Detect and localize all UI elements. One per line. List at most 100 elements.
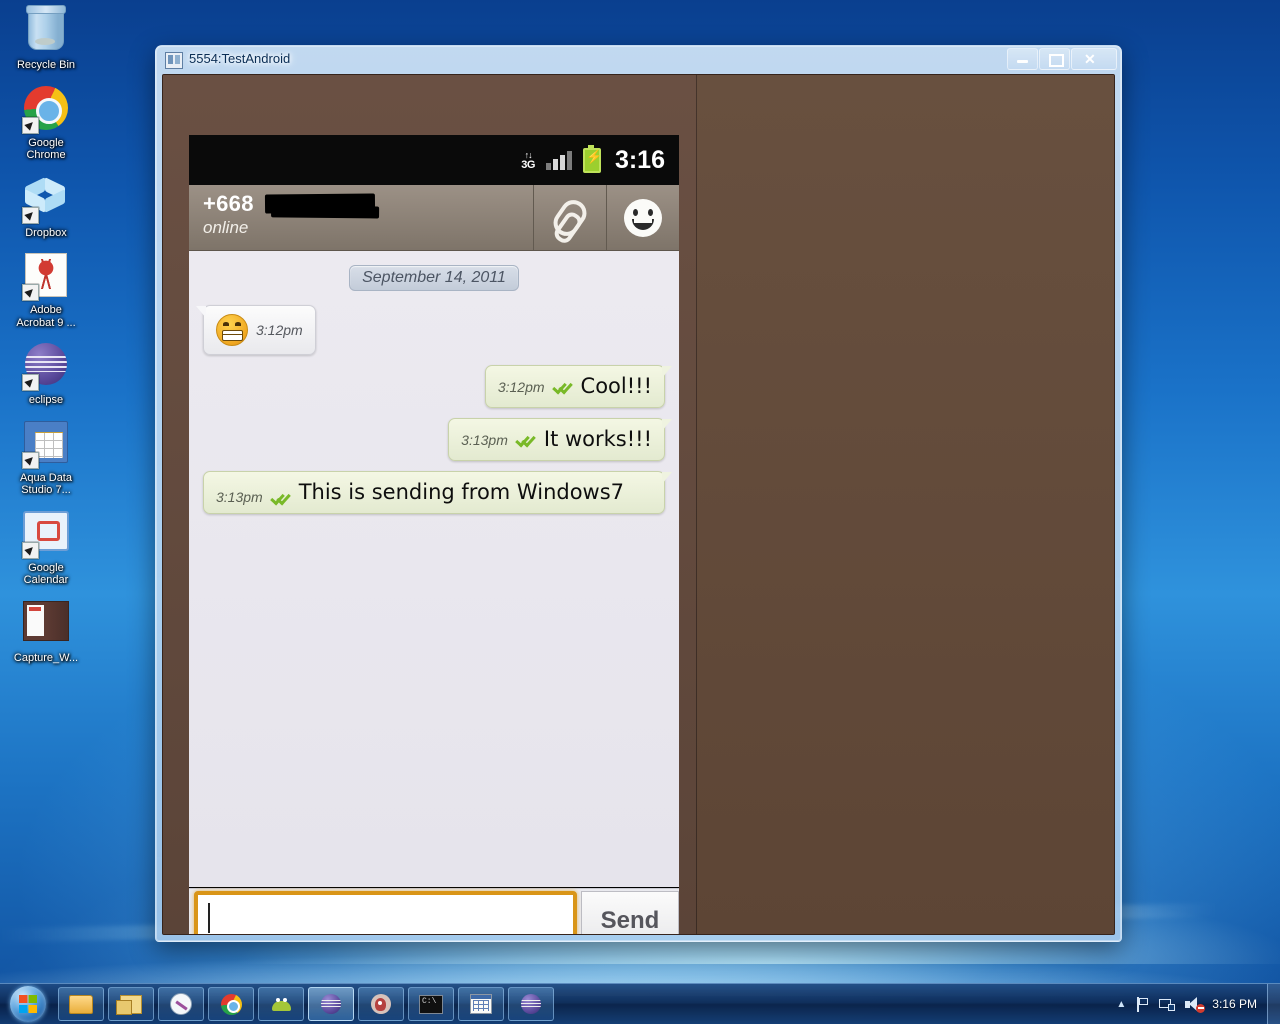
emulator-controls-panel: ✆ ✆ MENU	[697, 75, 1114, 934]
dropbox-icon	[22, 176, 70, 224]
window-controls: ✕	[1007, 48, 1117, 70]
attach-button[interactable]	[533, 185, 606, 250]
window-titlebar[interactable]: 5554:TestAndroid ✕	[156, 46, 1121, 74]
desktop-icon-google-calendar[interactable]: Google Calendar	[0, 510, 92, 587]
folder-icon	[69, 994, 93, 1014]
contact-presence: online	[203, 218, 249, 237]
taskbar-item-bird-app[interactable]	[358, 987, 404, 1021]
message-bubble-outgoing[interactable]: 3:12pm Cool!!!	[484, 365, 673, 408]
desktop-icon-dropbox[interactable]: Dropbox	[0, 176, 92, 240]
desktop-icon-aqua-data-studio[interactable]: Aqua Data Studio 7...	[0, 420, 92, 497]
desktop-icon-google-chrome[interactable]: Google Chrome	[0, 85, 92, 162]
message-text: This is sending from Windows7	[298, 480, 625, 504]
taskbar-item-android-tool[interactable]	[258, 987, 304, 1021]
android-status-bar: ↑↓3G 3:16	[189, 135, 679, 185]
status-bar-clock: 3:16	[614, 145, 665, 174]
shortcut-arrow-icon	[22, 284, 39, 301]
shortcut-arrow-icon	[22, 374, 39, 391]
emoji-button[interactable]	[606, 185, 679, 250]
recycle-bin-icon	[22, 5, 70, 56]
shortcut-arrow-icon	[22, 541, 39, 559]
cmd-icon	[419, 994, 443, 1014]
phone-screen[interactable]: ↑↓3G 3:16 +668 online	[189, 135, 679, 934]
emulator-screen-panel: ↑↓3G 3:16 +668 online	[163, 75, 697, 934]
taskbar-item-command-prompt[interactable]	[408, 987, 454, 1021]
date-divider: September 14, 2011	[349, 265, 519, 291]
taskbar-item-windows-explorer[interactable]	[58, 987, 104, 1021]
taskbar-item-file-manager[interactable]	[108, 987, 154, 1021]
message-time: 3:12pm	[497, 378, 545, 395]
delivered-ticks-icon	[269, 490, 291, 506]
battery-charging-icon	[582, 144, 602, 173]
smiley-icon	[624, 198, 662, 237]
aqua-data-studio-icon	[22, 420, 70, 469]
message-time: 3:13pm	[216, 489, 263, 505]
show-hidden-icons-icon[interactable]: ▲	[1116, 999, 1126, 1010]
taskbar-clock[interactable]: 3:16 PM	[1212, 997, 1257, 1011]
show-desktop-button[interactable]	[1267, 984, 1280, 1024]
adobe-acrobat-icon	[22, 253, 70, 301]
message-bubble-incoming[interactable]: 3:12pm	[196, 305, 316, 355]
taskbar-item-eclipse-1[interactable]	[308, 987, 354, 1021]
bird-icon	[371, 994, 391, 1014]
taskbar-item-google-chrome[interactable]	[208, 987, 254, 1021]
action-center-flag-icon[interactable]	[1135, 996, 1150, 1012]
data-transfer-icon: ↑↓ 3G	[521, 150, 535, 171]
capture-icon	[22, 600, 70, 649]
shortcut-arrow-icon	[22, 451, 39, 469]
message-bubble-outgoing[interactable]: 3:13pm It works!!!	[448, 418, 672, 461]
android-icon	[270, 997, 293, 1012]
delivered-ticks-icon	[515, 431, 536, 448]
desktop-icon-label: Adobe Acrobat 9 ...	[16, 304, 76, 329]
windows-logo-icon	[10, 986, 46, 1022]
message-text: It works!!!	[543, 427, 652, 451]
message-bubble-outgoing[interactable]: 3:13pm This is sending from Windows7	[203, 471, 672, 514]
window-title: 5554:TestAndroid	[189, 51, 291, 66]
desktop-icon-eclipse[interactable]: eclipse	[0, 343, 92, 407]
taskbar-item-paint-tool[interactable]	[158, 987, 204, 1021]
shortcut-arrow-icon	[22, 116, 39, 134]
redaction-bar	[264, 193, 376, 214]
compose-bar: Send	[189, 888, 679, 934]
conversation-list[interactable]: September 14, 2011 3:12pm 3:12pm Cool!!!…	[189, 251, 679, 887]
maximize-button[interactable]	[1039, 48, 1070, 70]
taskbar-item-spreadsheet[interactable]	[458, 987, 504, 1021]
grinning-face-icon	[216, 314, 248, 346]
shortcut-arrow-icon	[22, 206, 39, 224]
desktop-icon-label: Google Chrome	[26, 136, 66, 162]
desktop-icon-label: Google Calendar	[23, 561, 69, 587]
network-icon[interactable]	[1159, 997, 1176, 1012]
start-button[interactable]	[2, 985, 54, 1023]
chrome-icon	[220, 993, 242, 1015]
volume-muted-icon[interactable]	[1185, 996, 1206, 1013]
desktop-icon-list: Recycle Bin Google Chrome Dropbox Adobe Ac…	[0, 4, 92, 678]
files-icon	[116, 994, 142, 1015]
eclipse-icon	[521, 994, 541, 1014]
chat-contact-info[interactable]: +668 online	[189, 185, 533, 250]
desktop-icon-recycle-bin[interactable]: Recycle Bin	[0, 5, 92, 72]
close-button[interactable]: ✕	[1071, 48, 1117, 70]
android-emulator-window[interactable]: 5554:TestAndroid ✕ ↑↓3G 3:16	[155, 45, 1122, 942]
network-type-label: 3G	[521, 159, 535, 171]
message-input[interactable]	[194, 891, 577, 934]
desktop-icon-label: Recycle Bin	[16, 59, 76, 71]
google-calendar-icon	[22, 510, 70, 559]
signal-bars-icon	[545, 150, 572, 170]
desktop-icon-label: Dropbox	[25, 226, 67, 239]
minimize-button[interactable]	[1007, 48, 1038, 70]
desktop-icon-capture[interactable]: Capture_W...	[0, 600, 92, 665]
send-button[interactable]: Send	[581, 890, 679, 934]
emulator-body: ↑↓3G 3:16 +668 online	[162, 74, 1115, 935]
sheet-icon	[470, 994, 492, 1014]
delivered-ticks-icon	[551, 378, 573, 395]
taskbar-item-eclipse-2[interactable]	[508, 987, 554, 1021]
google-chrome-icon	[22, 85, 70, 134]
eclipse-icon	[22, 343, 70, 391]
system-tray: ▲ 3:16 PM	[1116, 984, 1263, 1024]
chat-header: +668 online	[189, 185, 679, 251]
message-text: Cool!!!	[580, 374, 652, 398]
message-time: 3:12pm	[256, 322, 303, 338]
paperclip-icon	[548, 194, 592, 241]
desktop-icon-adobe-acrobat[interactable]: Adobe Acrobat 9 ...	[0, 253, 92, 329]
windows-taskbar[interactable]: ▲ 3:16 PM	[0, 983, 1280, 1024]
